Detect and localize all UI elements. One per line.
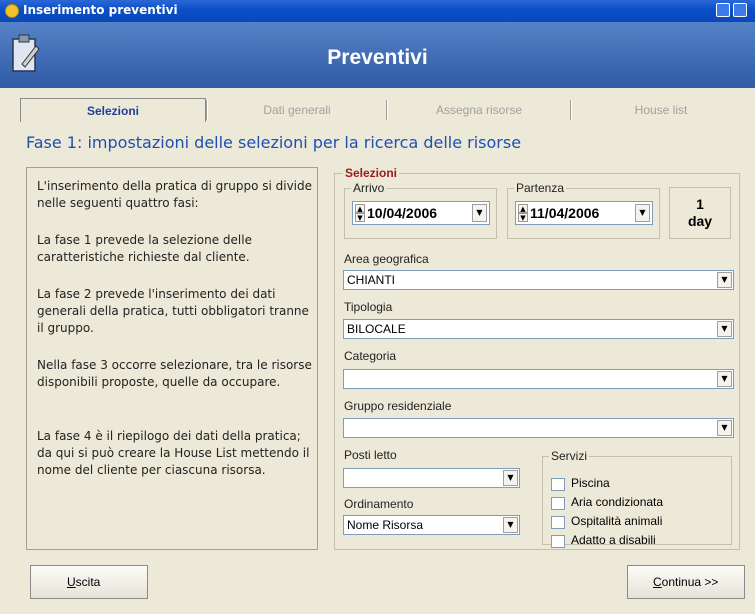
window-title: Inserimento preventivi <box>23 3 178 17</box>
spin-buttons[interactable]: ▲ ▼ <box>355 204 365 222</box>
chevron-down-icon[interactable]: ▼ <box>717 272 732 288</box>
instruction-text: La fase 4 è il riepilogo dei dati della … <box>37 429 310 477</box>
ospitalita-animali-label: Ospitalità animali <box>571 514 663 528</box>
tab-dati-generali[interactable]: Dati generali <box>208 98 386 122</box>
ordinamento-value: Nome Risorsa <box>347 518 424 532</box>
area-label: Area geografica <box>344 252 429 266</box>
servizi-group: Servizi Piscina Aria condizionata Ospita… <box>542 449 732 548</box>
ordinamento-select[interactable]: Nome Risorsa ▼ <box>343 515 520 535</box>
continue-button[interactable]: Continua >> <box>627 565 745 599</box>
tab-selezioni[interactable]: Selezioni <box>20 98 206 122</box>
exit-accesskey: U <box>67 575 76 589</box>
days-number: 1 <box>696 196 704 212</box>
page-title: Preventivi <box>327 46 428 69</box>
chevron-down-icon[interactable]: ▼ <box>472 204 487 222</box>
continue-label: ontinua >> <box>661 575 719 589</box>
servizi-legend: Servizi <box>551 449 588 463</box>
categoria-select[interactable]: ▼ <box>343 369 734 389</box>
arrivo-date-picker[interactable]: ▲ ▼ 10/04/2006 ▼ <box>352 201 490 225</box>
adatto-disabili-checkbox[interactable] <box>551 535 565 548</box>
arrivo-label: Arrivo <box>353 181 385 195</box>
days-unit: day <box>687 213 713 229</box>
page-header: Preventivi <box>0 22 755 88</box>
exit-button[interactable]: Uscita <box>30 565 148 599</box>
piscina-checkbox[interactable] <box>551 478 565 491</box>
arrivo-value: 10/04/2006 <box>367 205 438 221</box>
window-titlebar: Inserimento preventivi <box>0 0 755 22</box>
instruction-text: La fase 1 prevede la selezione delle car… <box>37 233 252 264</box>
partenza-label: Partenza <box>516 181 565 195</box>
tab-bar: Selezioni Dati generali Assegna risorse … <box>20 98 750 122</box>
ordinamento-label: Ordinamento <box>344 497 414 511</box>
categoria-label: Categoria <box>344 349 397 363</box>
adatto-disabili-label: Adatto a disabili <box>571 533 656 547</box>
chevron-down-icon[interactable]: ▼ <box>635 204 650 222</box>
phase-title: Fase 1: impostazioni delle selezioni per… <box>26 133 522 152</box>
instruction-text: L'inserimento della pratica di gruppo si… <box>37 179 313 210</box>
selections-legend: Selezioni <box>345 166 398 180</box>
chevron-down-icon[interactable]: ▼ <box>717 321 732 337</box>
area-value: CHIANTI <box>347 273 395 287</box>
tab-house-list[interactable]: House list <box>572 98 750 122</box>
piscina-label: Piscina <box>571 476 610 490</box>
gruppo-select[interactable]: ▼ <box>343 418 734 438</box>
instructions-panel: L'inserimento della pratica di gruppo si… <box>26 167 318 550</box>
tipologia-select[interactable]: BILOCALE ▼ <box>343 319 734 339</box>
tab-assegna-risorse[interactable]: Assegna risorse <box>388 98 570 122</box>
app-icon <box>5 4 19 18</box>
posti-select[interactable]: ▼ <box>343 468 520 488</box>
days-count-box: 1 day <box>669 187 731 239</box>
tipologia-label: Tipologia <box>344 300 393 314</box>
chevron-down-icon[interactable]: ▼ <box>717 420 732 436</box>
gruppo-label: Gruppo residenziale <box>344 399 452 413</box>
minimize-button[interactable] <box>716 3 730 17</box>
posti-label: Posti letto <box>344 448 397 462</box>
partenza-date-picker[interactable]: ▲ ▼ 11/04/2006 ▼ <box>515 201 653 225</box>
aria-condizionata-label: Aria condizionata <box>571 495 664 509</box>
chevron-down-icon[interactable]: ▼ <box>503 470 518 486</box>
chevron-down-icon[interactable]: ▼ <box>503 517 518 533</box>
maximize-button[interactable] <box>733 3 747 17</box>
chevron-down-icon[interactable]: ▼ <box>717 371 732 387</box>
partenza-value: 11/04/2006 <box>530 205 600 221</box>
aria-condizionata-checkbox[interactable] <box>551 497 565 510</box>
spin-buttons[interactable]: ▲ ▼ <box>518 204 528 222</box>
area-select[interactable]: CHIANTI ▼ <box>343 270 734 290</box>
tipologia-value: BILOCALE <box>347 322 406 336</box>
instruction-text: La fase 2 prevede l'inserimento dei dati… <box>37 287 309 335</box>
instruction-text: Nella fase 3 occorre selezionare, tra le… <box>37 358 312 389</box>
exit-label: scita <box>75 575 101 589</box>
ospitalita-animali-checkbox[interactable] <box>551 516 565 529</box>
continue-accesskey: C <box>653 575 662 589</box>
